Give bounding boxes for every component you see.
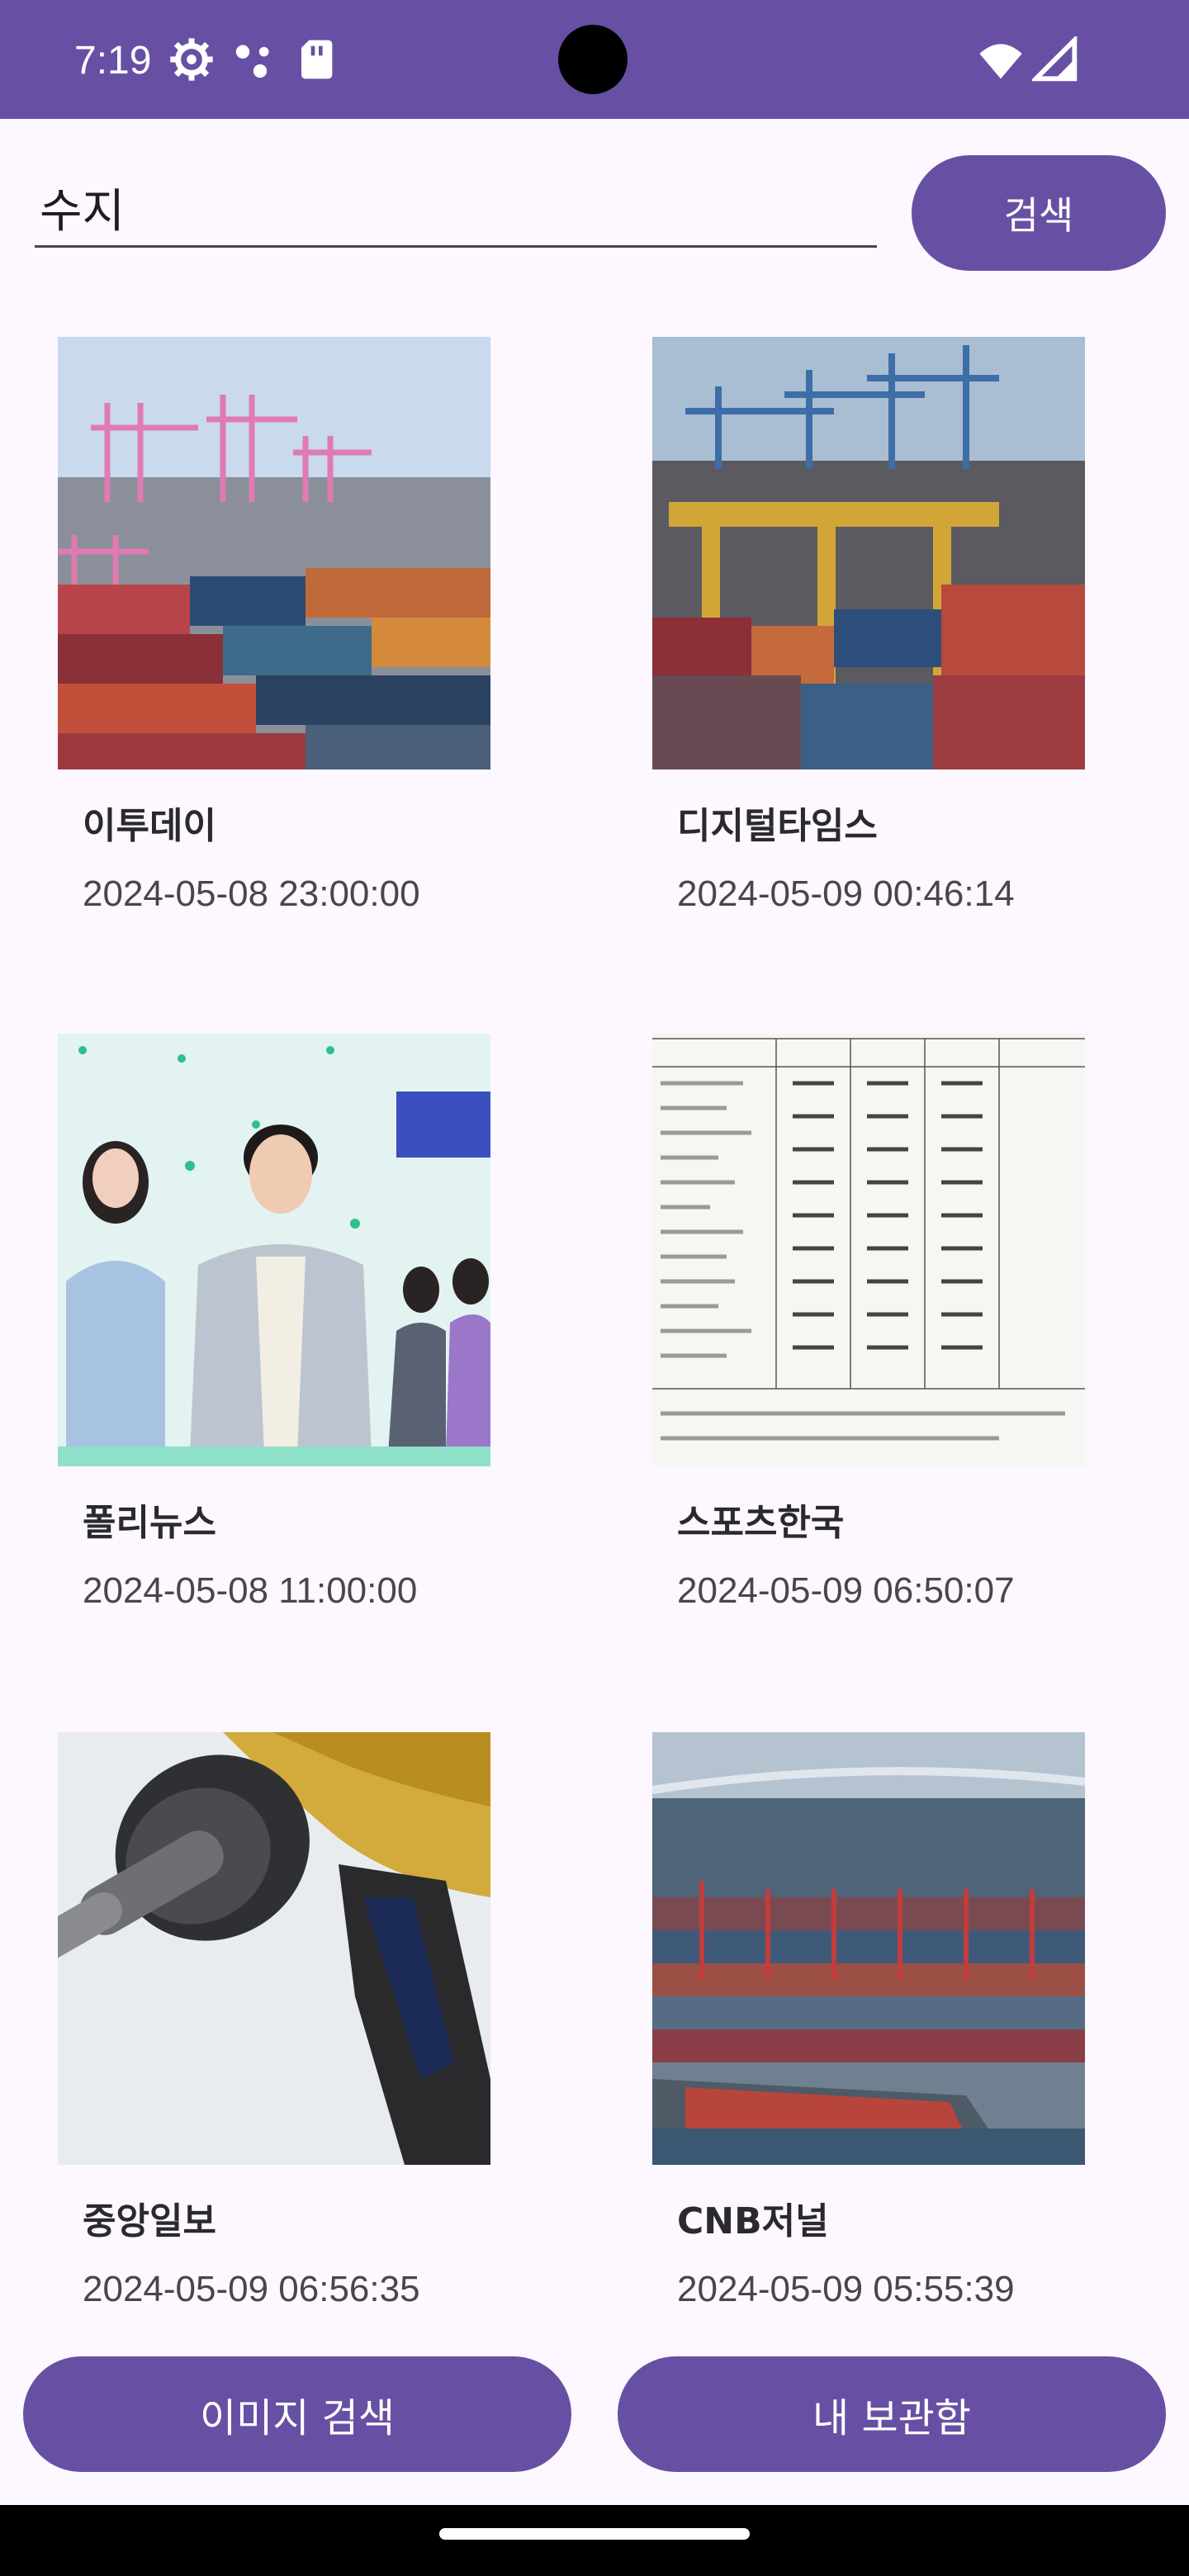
result-card[interactable]: 디지털타임스 2024-05-09 00:46:14 <box>652 337 1164 997</box>
my-archive-button[interactable]: 내 보관함 <box>618 2356 1166 2472</box>
search-row: 검색 <box>0 119 1189 284</box>
result-thumbnail[interactable] <box>58 337 490 769</box>
fuel-nozzle-image <box>58 1732 490 2165</box>
image-search-button[interactable]: 이미지 검색 <box>23 2356 571 2472</box>
result-thumbnail[interactable] <box>652 1034 1085 1466</box>
result-source: 스포츠한국 <box>677 1502 845 1544</box>
settings-icon <box>170 38 213 81</box>
result-date: 2024-05-09 06:50:07 <box>677 1570 1015 1611</box>
sim-card-icon <box>301 40 333 79</box>
result-thumbnail[interactable] <box>652 1732 1085 2165</box>
result-source: 폴리뉴스 <box>83 1502 216 1544</box>
result-source: 이투데이 <box>83 805 216 847</box>
result-date: 2024-05-09 00:46:14 <box>677 874 1015 914</box>
system-navigation-bar <box>0 2505 1189 2576</box>
status-time: 7:19 <box>74 39 152 83</box>
result-thumbnail[interactable] <box>652 337 1085 769</box>
home-gesture-handle[interactable] <box>439 2528 750 2540</box>
result-date: 2024-05-09 06:56:35 <box>83 2269 420 2304</box>
result-card[interactable]: CNB저널 2024-05-09 05:55:39 <box>652 1732 1164 2304</box>
search-input[interactable] <box>35 173 877 248</box>
port-container-cranes-image <box>58 337 490 769</box>
search-button[interactable]: 검색 <box>912 155 1166 271</box>
result-source: 디지털타임스 <box>677 805 878 847</box>
result-date: 2024-05-09 05:55:39 <box>677 2269 1015 2304</box>
signal-icon <box>1032 36 1078 82</box>
port-aerial-view-image <box>652 1732 1085 2165</box>
notification-dots-icon <box>235 45 269 78</box>
wifi-icon <box>979 44 1022 79</box>
statistics-table-image <box>652 1034 1085 1466</box>
front-camera <box>558 25 628 94</box>
results-grid[interactable]: 이투데이 2024-05-08 23:00:00 디지털타임스 2024-05-… <box>0 330 1189 2304</box>
result-card[interactable]: 중앙일보 2024-05-09 06:56:35 <box>58 1732 570 2304</box>
business-people-banner-image <box>58 1034 490 1466</box>
port-container-terminal-image <box>652 337 1085 769</box>
result-date: 2024-05-08 11:00:00 <box>83 1570 418 1611</box>
result-card[interactable]: 스포츠한국 2024-05-09 06:50:07 <box>652 1034 1164 1694</box>
status-bar: 7:19 <box>0 0 1189 119</box>
result-thumbnail[interactable] <box>58 1034 490 1466</box>
result-date: 2024-05-08 23:00:00 <box>83 874 420 914</box>
result-card[interactable]: 폴리뉴스 2024-05-08 11:00:00 <box>58 1034 570 1694</box>
result-source: 중앙일보 <box>83 2200 216 2242</box>
result-card[interactable]: 이투데이 2024-05-08 23:00:00 <box>58 337 570 997</box>
result-thumbnail[interactable] <box>58 1732 490 2165</box>
result-source: CNB저널 <box>677 2200 829 2242</box>
